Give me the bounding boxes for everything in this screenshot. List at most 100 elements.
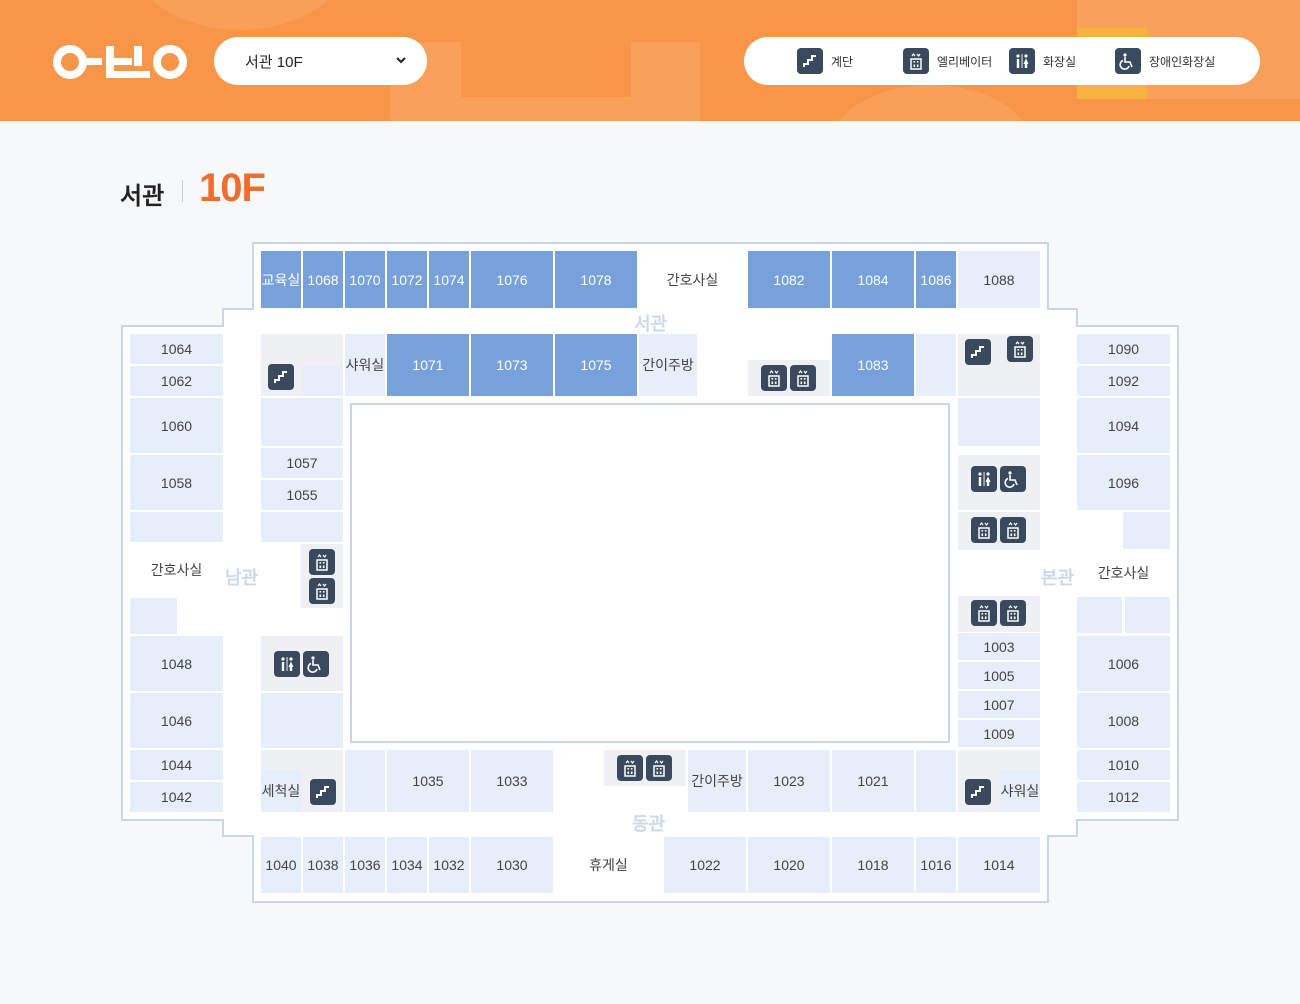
elevator-icon[interactable]	[646, 755, 672, 781]
accessible-restroom-icon[interactable]	[303, 651, 329, 677]
room-1042[interactable]: 1042	[130, 782, 223, 812]
room-1073[interactable]: 1073	[471, 334, 553, 396]
room-lounge[interactable]: 휴게실	[555, 837, 662, 893]
elevator-icon[interactable]	[309, 549, 335, 575]
elevator-icon[interactable]	[761, 365, 787, 391]
room-1009[interactable]: 1009	[958, 720, 1040, 747]
room-unlabeled[interactable]	[916, 750, 956, 812]
hospital-logo[interactable]: 아산	[50, 42, 190, 82]
room-1060[interactable]: 1060	[130, 398, 223, 453]
room-education[interactable]: 교육실	[261, 251, 301, 308]
room-nurse-station-top[interactable]: 간호사실	[639, 251, 746, 308]
room-1064[interactable]: 1064	[130, 334, 223, 364]
room-1022[interactable]: 1022	[664, 837, 746, 893]
room-1033[interactable]: 1033	[471, 750, 553, 812]
room-1076[interactable]: 1076	[471, 251, 553, 308]
floor-select[interactable]: 서관 10F	[214, 37, 427, 85]
room-1048[interactable]: 1048	[130, 636, 223, 691]
elevator-icon[interactable]	[1007, 336, 1033, 362]
room-1040[interactable]: 1040	[261, 837, 301, 893]
room-1094[interactable]: 1094	[1077, 398, 1170, 453]
room-1032[interactable]: 1032	[429, 837, 469, 893]
room-1084[interactable]: 1084	[832, 251, 914, 308]
room-1035[interactable]: 1035	[387, 750, 469, 812]
room-unlabeled[interactable]	[916, 334, 956, 396]
room-1016[interactable]: 1016	[916, 837, 956, 893]
room-nurse-station-right[interactable]: 간호사실	[1077, 551, 1170, 594]
elevator-icon[interactable]	[309, 578, 335, 604]
room-unlabeled[interactable]	[1125, 597, 1170, 633]
elevator-icon[interactable]	[971, 600, 997, 626]
room-1058[interactable]: 1058	[130, 455, 223, 510]
room-1036[interactable]: 1036	[345, 837, 385, 893]
room-unlabeled[interactable]	[958, 398, 1040, 446]
room-unlabeled[interactable]	[261, 398, 343, 446]
elevator-icon[interactable]	[971, 517, 997, 543]
room-1055[interactable]: 1055	[261, 480, 343, 510]
elevator-icon[interactable]	[1000, 517, 1026, 543]
room-1003[interactable]: 1003	[958, 633, 1040, 660]
room-1007[interactable]: 1007	[958, 691, 1040, 718]
room-1005[interactable]: 1005	[958, 662, 1040, 689]
restroom-icon[interactable]	[274, 651, 300, 677]
room-1070[interactable]: 1070	[345, 251, 385, 308]
stairs-icon[interactable]	[965, 339, 991, 365]
room-wash[interactable]: 세척실	[261, 770, 301, 812]
room-1082[interactable]: 1082	[748, 251, 830, 308]
stairs-icon[interactable]	[965, 779, 991, 805]
accessible-restroom-icon[interactable]	[1000, 466, 1026, 492]
restroom-icon	[1009, 48, 1035, 74]
room-unlabeled[interactable]	[1123, 512, 1170, 549]
legend-stairs: 계단	[797, 48, 853, 74]
room-kitchenette-bottom[interactable]: 간이주방	[688, 750, 746, 812]
room-1062[interactable]: 1062	[130, 366, 223, 396]
floor-select-value: 서관 10F	[245, 53, 303, 71]
room-unlabeled[interactable]	[261, 693, 343, 748]
room-1086[interactable]: 1086	[916, 251, 956, 308]
room-1044[interactable]: 1044	[130, 750, 223, 780]
room-1090[interactable]: 1090	[1077, 334, 1170, 364]
room-1006[interactable]: 1006	[1077, 636, 1170, 691]
room-1088[interactable]: 1088	[958, 251, 1040, 308]
elevator-icon[interactable]	[617, 755, 643, 781]
wing-label-south: 남관	[225, 568, 259, 588]
room-1057[interactable]: 1057	[261, 448, 343, 478]
room-nurse-station-left[interactable]: 간호사실	[130, 544, 223, 596]
room-1018[interactable]: 1018	[832, 837, 914, 893]
stairs-icon[interactable]	[268, 364, 294, 390]
room-1010[interactable]: 1010	[1077, 750, 1170, 780]
room-1008[interactable]: 1008	[1077, 693, 1170, 748]
room-unlabeled[interactable]	[130, 598, 177, 634]
room-1071[interactable]: 1071	[387, 334, 469, 396]
room-1075[interactable]: 1075	[555, 334, 637, 396]
room-unlabeled[interactable]	[130, 512, 223, 542]
room-unlabeled[interactable]	[1077, 597, 1122, 633]
room-1092[interactable]: 1092	[1077, 366, 1170, 396]
room-shower-bottom[interactable]: 샤워실	[1000, 770, 1040, 812]
room-kitchenette-top[interactable]: 간이주방	[639, 334, 697, 396]
room-1068[interactable]: 1068	[303, 251, 343, 308]
restroom-icon[interactable]	[971, 466, 997, 492]
room-1078[interactable]: 1078	[555, 251, 637, 308]
elevator-icon[interactable]	[790, 365, 816, 391]
room-1072[interactable]: 1072	[387, 251, 427, 308]
room-1038[interactable]: 1038	[303, 837, 343, 893]
room-1034[interactable]: 1034	[387, 837, 427, 893]
header-decoration	[130, 0, 350, 30]
room-1074[interactable]: 1074	[429, 251, 469, 308]
stairs-icon[interactable]	[310, 779, 336, 805]
room-unlabeled[interactable]	[345, 750, 385, 812]
room-1030[interactable]: 1030	[471, 837, 553, 893]
room-1021[interactable]: 1021	[832, 750, 914, 812]
room-1096[interactable]: 1096	[1077, 455, 1170, 510]
room-unlabeled[interactable]	[303, 366, 343, 396]
room-unlabeled[interactable]	[261, 512, 343, 542]
room-1012[interactable]: 1012	[1077, 782, 1170, 812]
room-1083[interactable]: 1083	[832, 334, 914, 396]
elevator-icon[interactable]	[1000, 600, 1026, 626]
room-shower-top[interactable]: 샤워실	[345, 334, 385, 396]
room-1023[interactable]: 1023	[748, 750, 830, 812]
room-1014[interactable]: 1014	[958, 837, 1040, 893]
room-1020[interactable]: 1020	[748, 837, 830, 893]
room-1046[interactable]: 1046	[130, 693, 223, 748]
